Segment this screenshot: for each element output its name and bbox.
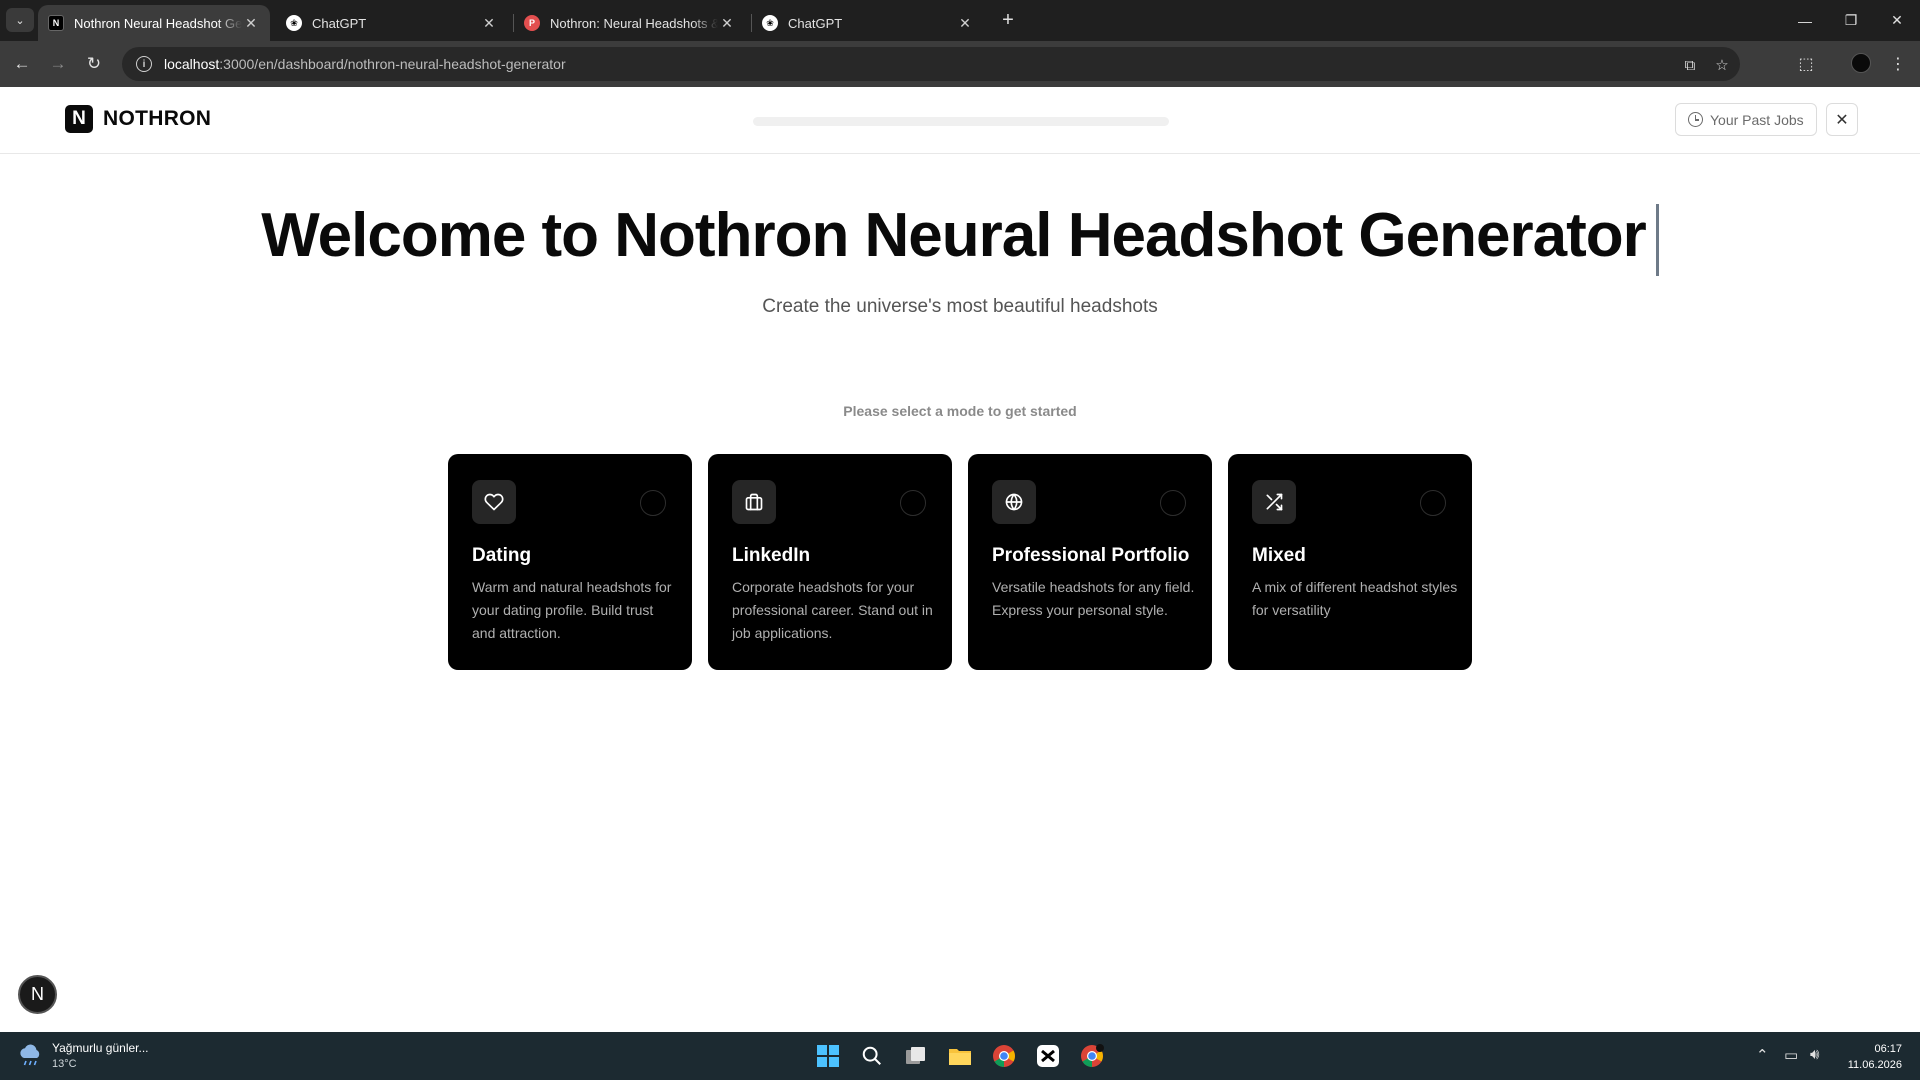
tab-title: ChatGPT — [788, 15, 843, 31]
product-favicon-icon: P — [524, 15, 540, 31]
past-jobs-button[interactable]: Your Past Jobs — [1675, 103, 1817, 136]
app-header: N NOTHRON Your Past Jobs ✕ — [0, 87, 1920, 154]
nothron-logo[interactable]: N NOTHRON — [65, 105, 211, 133]
chatgpt-favicon-icon: ❀ — [762, 15, 778, 31]
mode-description: Warm and natural headshots for your dati… — [472, 579, 672, 641]
past-jobs-label: Your Past Jobs — [1710, 111, 1804, 128]
briefcase-icon — [732, 480, 776, 524]
rain-cloud-icon — [20, 1044, 40, 1066]
tab-chatgpt-1[interactable]: ❀ ChatGPT ✕ — [276, 5, 508, 41]
heart-icon — [472, 480, 516, 524]
translate-icon[interactable]: ⧉ — [1680, 55, 1700, 75]
task-view-icon[interactable] — [900, 1040, 932, 1072]
address-bar[interactable]: i localhost:3000/en/dashboard/nothron-ne… — [122, 47, 1740, 81]
profile-avatar[interactable] — [1851, 53, 1871, 73]
mode-radio[interactable] — [640, 490, 666, 516]
logo-mark: N — [65, 105, 93, 133]
mode-radio[interactable] — [1160, 490, 1186, 516]
mode-title: Mixed — [1252, 545, 1306, 566]
chrome-icon[interactable] — [988, 1040, 1020, 1072]
nothron-favicon-icon: N — [48, 15, 64, 31]
weather-widget[interactable]: Yağmurlu günler... 13°C — [18, 1040, 149, 1072]
browser-tab-strip: ⌄ N Nothron Neural Headshot Generator ✕ … — [0, 0, 1920, 41]
clock-date: 11.06.2026 — [1847, 1059, 1902, 1071]
volume-icon[interactable]: 🔊︎ — [1810, 1046, 1819, 1063]
close-button[interactable]: ✕ — [1826, 103, 1858, 136]
network-icon[interactable]: ▭ — [1784, 1046, 1798, 1064]
chatgpt-favicon-icon: ❀ — [286, 15, 302, 31]
tab-title: Nothron: Neural Headshots & AI — [550, 15, 718, 31]
tab-chatgpt-2[interactable]: ❀ ChatGPT ✕ — [752, 5, 984, 41]
site-info-icon[interactable]: i — [136, 56, 152, 72]
tray-chevron-icon[interactable]: ⌃ — [1756, 1046, 1769, 1064]
chrome-active-icon[interactable] — [1076, 1040, 1108, 1072]
restore-icon[interactable]: ❐ — [1828, 0, 1874, 41]
tab-title: Nothron Neural Headshot Generator — [74, 15, 242, 31]
mode-description: A mix of different headshot styles for v… — [1252, 579, 1458, 618]
window-close-icon[interactable]: ✕ — [1874, 0, 1920, 41]
extensions-puzzle-icon[interactable]: ⬚ — [1794, 52, 1818, 76]
page-subtitle: Create the universe's most beautiful hea… — [762, 296, 1158, 317]
logo-text: NOTHRON — [103, 107, 212, 130]
mode-select-hint: Please select a mode to get started — [843, 403, 1077, 419]
tab-nothron-generator[interactable]: N Nothron Neural Headshot Generator ✕ — [38, 5, 270, 41]
mode-description: Corporate headshots for your professiona… — [732, 579, 933, 641]
clock-time: 06:17 — [1874, 1043, 1902, 1055]
tab-close-icon[interactable]: ✕ — [480, 15, 498, 32]
mode-title: Dating — [472, 545, 532, 566]
progress-bar — [753, 117, 1169, 126]
tab-close-icon[interactable]: ✕ — [956, 15, 974, 32]
windows-start-icon[interactable] — [812, 1040, 844, 1072]
mode-card-mixed[interactable]: Mixed A mix of different headshot styles… — [1228, 454, 1472, 670]
os-taskbar: Yağmurlu günler... 13°C ⌃ ▭ 🔊︎ 06:17 11.… — [0, 1032, 1920, 1080]
minimize-icon[interactable]: — — [1782, 0, 1828, 41]
floating-n-button[interactable]: N — [18, 975, 57, 1014]
mode-card-portfolio[interactable]: Professional Portfolio Versatile headsho… — [968, 454, 1212, 670]
mode-card-dating[interactable]: Dating Warm and natural headshots for yo… — [448, 454, 692, 670]
forward-arrow-icon[interactable]: → — [44, 50, 72, 78]
mode-cards: Dating Warm and natural headshots for yo… — [448, 454, 1472, 670]
url-text[interactable]: localhost:3000/en/dashboard/nothron-neur… — [164, 56, 566, 72]
system-clock[interactable]: 06:17 11.06.2026 — [1838, 1041, 1902, 1073]
text-cursor — [1655, 203, 1659, 276]
tab-search-chevron-icon[interactable]: ⌄ — [6, 8, 34, 32]
mode-title: LinkedIn — [732, 545, 811, 566]
mode-title: Professional Portfolio — [992, 545, 1190, 566]
tab-close-icon[interactable]: ✕ — [242, 15, 260, 32]
weather-text: Yağmurlu günler... 13°C — [52, 1040, 149, 1072]
mode-description: Versatile headshots for any field. Expre… — [992, 579, 1195, 618]
capcut-icon[interactable] — [1032, 1040, 1064, 1072]
weather-temperature: 13°C — [52, 1058, 77, 1070]
mode-radio[interactable] — [900, 490, 926, 516]
mode-card-linkedin[interactable]: LinkedIn Corporate headshots for your pr… — [708, 454, 952, 670]
clock-icon — [1688, 112, 1703, 127]
page-title-text: Welcome to Nothron Neural Headshot Gener… — [261, 201, 1647, 270]
tab-nothron-headshots[interactable]: P Nothron: Neural Headshots & AI ✕ — [514, 5, 746, 41]
page-title: Welcome to Nothron Neural Headshot Gener… — [0, 200, 1920, 276]
file-explorer-icon[interactable] — [944, 1040, 976, 1072]
bookmark-star-icon[interactable]: ☆ — [1712, 55, 1732, 75]
browser-menu-icon[interactable]: ⋮ — [1886, 52, 1910, 76]
globe-icon — [992, 480, 1036, 524]
mode-radio[interactable] — [1420, 490, 1446, 516]
reload-icon[interactable]: ↻ — [80, 50, 108, 78]
weather-description: Yağmurlu günler... — [52, 1041, 149, 1055]
taskbar-search-icon[interactable] — [856, 1040, 888, 1072]
new-tab-plus-icon[interactable]: + — [994, 8, 1022, 32]
back-arrow-icon[interactable]: ← — [8, 50, 36, 78]
tab-title: ChatGPT — [312, 15, 367, 31]
tab-close-icon[interactable]: ✕ — [718, 15, 736, 32]
browser-toolbar: ← → ↻ i localhost:3000/en/dashboard/noth… — [0, 41, 1920, 87]
shuffle-icon — [1252, 480, 1296, 524]
